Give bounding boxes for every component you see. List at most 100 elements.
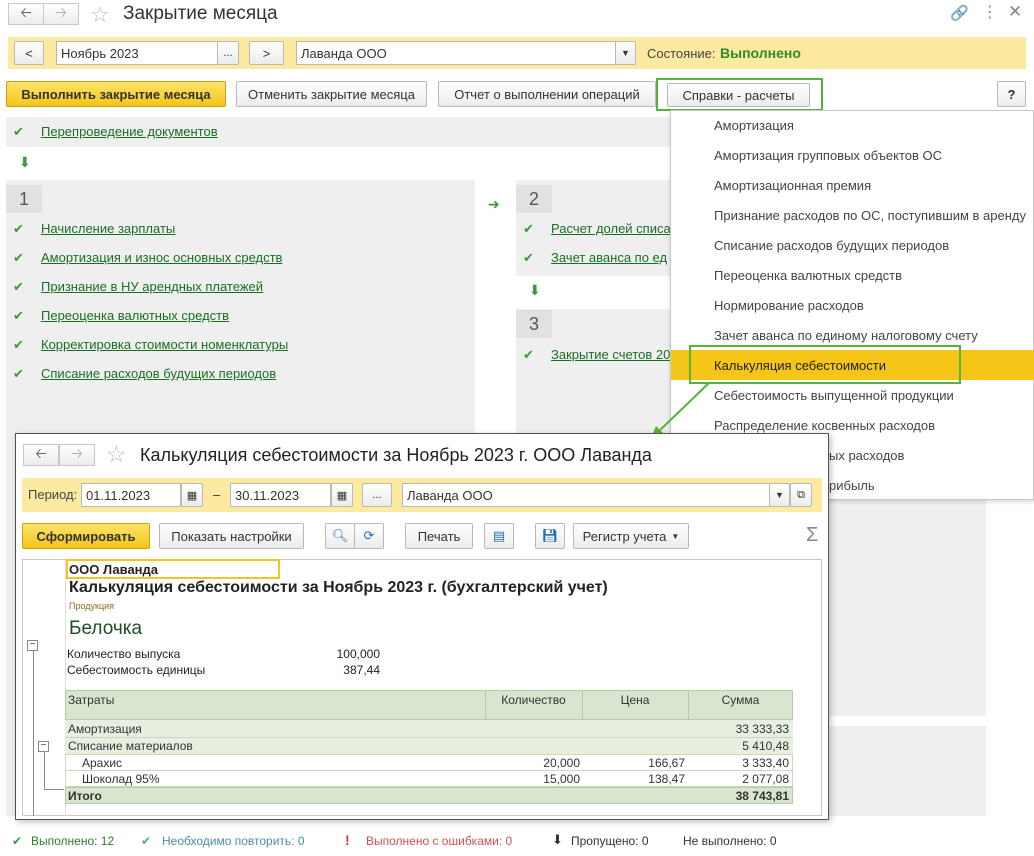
prev-period-button[interactable]: < [14, 41, 44, 65]
period-select-button[interactable]: ... [362, 483, 392, 507]
report-back-button[interactable]: 🡠 [23, 444, 59, 466]
show-settings-button[interactable]: Показать настройки [159, 523, 304, 549]
status-repeat[interactable]: Необходимо повторить: 0 [162, 834, 305, 848]
organization-dropdown-button[interactable]: ▼ [615, 41, 636, 65]
stage1-item[interactable]: Признание в НУ арендных платежей [41, 279, 263, 294]
status-value: Выполнено [720, 45, 801, 61]
menu-item[interactable]: ых расходов [829, 448, 904, 463]
menu-item[interactable]: Амортизация [714, 118, 794, 133]
print-button[interactable]: Печать [405, 523, 473, 549]
menu-item-cost-calculation[interactable]: Калькуляция себестоимости [714, 358, 886, 373]
stage3-number: 3 [516, 310, 552, 338]
calendar-icon[interactable]: ▦ [181, 483, 203, 507]
chevron-down-icon[interactable]: ▼ [769, 483, 790, 507]
org-header: ООО Лаванда [69, 562, 159, 577]
menu-item[interactable]: рибыль [829, 478, 875, 493]
stage3-item[interactable]: Закрытие счетов 20 [551, 347, 670, 362]
page-title: Закрытие месяца [123, 3, 278, 24]
help-button[interactable]: ? [997, 81, 1026, 107]
arrow-down-icon: ⬇ [19, 154, 31, 170]
report-title: Калькуляция себестоимости за Ноябрь 2023… [140, 445, 652, 465]
execute-closing-button[interactable]: Выполнить закрытие месяца [6, 81, 226, 107]
forward-button[interactable]: 🡢 [43, 3, 79, 25]
more-icon[interactable]: ⋮ [982, 2, 998, 22]
save-icon[interactable]: 💾︎ [535, 523, 565, 549]
stage2-item[interactable]: Расчет долей списа [551, 221, 671, 236]
menu-item[interactable]: Признание расходов по ОС, поступившим в … [714, 208, 1026, 223]
stage1-item[interactable]: Начисление зарплаты [41, 221, 175, 236]
row-price: 166,67 [648, 756, 685, 770]
date-from-field[interactable]: 01.11.2023 [81, 483, 181, 507]
arrow-left-icon: 🡠 [20, 4, 32, 20]
row-name: Амортизация [68, 722, 142, 736]
unit-cost-value: 387,44 [343, 663, 380, 677]
arrow-right-icon: 🡢 [71, 445, 83, 461]
calendar-icon[interactable]: ▦ [331, 483, 353, 507]
references-highlight [656, 78, 823, 111]
status-label: Состояние: [647, 46, 716, 61]
column-header: Затраты [68, 693, 115, 707]
stage1-item[interactable]: Корректировка стоимости номенклатуры [41, 337, 288, 352]
open-icon[interactable]: ⧉ [790, 483, 812, 507]
accounting-register-button[interactable]: Регистр учета ▼ [573, 523, 689, 549]
status-not-done[interactable]: Не выполнено: 0 [683, 834, 777, 848]
menu-item[interactable]: Себестоимость выпущенной продукции [714, 388, 954, 403]
stage1-item[interactable]: Амортизация и износ основных средств [41, 250, 282, 265]
register-label: Регистр учета [582, 528, 667, 544]
sigma-icon[interactable]: Σ [806, 524, 818, 547]
cancel-closing-button[interactable]: Отменить закрытие месяца [236, 81, 427, 107]
generate-button[interactable]: Сформировать [22, 523, 150, 549]
chevron-down-icon: ▼ [671, 531, 680, 541]
organization-field[interactable]: Лаванда ООО [296, 41, 616, 65]
stage1-item[interactable]: Переоценка валютных средств [41, 308, 229, 323]
row-qty: 20,000 [543, 756, 580, 770]
arrow-right-icon: 🡢 [55, 4, 67, 20]
menu-item[interactable]: Зачет аванса по единому налоговому счету [714, 328, 978, 343]
collapse-icon[interactable]: − [27, 640, 38, 651]
row-price: 138,47 [648, 772, 685, 786]
menu-item[interactable]: Нормирование расходов [714, 298, 864, 313]
status-errors[interactable]: Выполнено с ошибками: 0 [366, 834, 512, 848]
next-period-button[interactable]: > [249, 41, 284, 65]
stage2-item[interactable]: Зачет аванса по ед [551, 250, 667, 265]
menu-item[interactable]: Амортизационная премия [714, 178, 871, 193]
star-icon[interactable]: ☆ [106, 441, 127, 468]
menu-item[interactable]: Переоценка валютных средств [714, 268, 902, 283]
stage1-number: 1 [6, 185, 42, 213]
back-button[interactable]: 🡠 [8, 3, 44, 25]
group-line [33, 646, 34, 816]
search-icon[interactable]: 🔍︎ [325, 523, 355, 549]
row-sum: 3 333,40 [742, 756, 789, 770]
menu-item[interactable]: Амортизация групповых объектов ОС [714, 148, 942, 163]
check-icon: ✔ [13, 366, 24, 381]
menu-item[interactable]: Списание расходов будущих периодов [714, 238, 949, 253]
unit-cost-label: Себестоимость единицы [67, 663, 206, 677]
link-icon[interactable]: 🔗 [950, 4, 969, 22]
period-field[interactable]: Ноябрь 2023 [56, 41, 218, 65]
collapse-icon[interactable]: − [38, 741, 49, 752]
operations-report-button[interactable]: Отчет о выполнении операций [438, 81, 656, 107]
period-select-button[interactable]: ... [217, 41, 239, 65]
check-icon: ✔ [13, 308, 24, 323]
group-line [44, 750, 45, 790]
row-name: Шоколад 95% [82, 772, 160, 786]
date-to-field[interactable]: 30.11.2023 [230, 483, 331, 507]
row-sum: 33 333,33 [735, 722, 789, 736]
star-icon[interactable]: ☆ [90, 2, 110, 28]
menu-item[interactable]: Распределение косвенных расходов [714, 418, 935, 433]
report-organization-field[interactable]: Лаванда ООО [402, 483, 770, 507]
report-forward-button[interactable]: 🡢 [59, 444, 95, 466]
arrow-down-icon: ⬇ [552, 832, 563, 847]
stage1-item[interactable]: Списание расходов будущих периодов [41, 366, 276, 381]
search-next-icon[interactable]: ⟳ [354, 523, 384, 549]
preview-icon[interactable]: ▤ [484, 523, 514, 549]
status-done[interactable]: Выполнено: 12 [31, 834, 114, 848]
report-heading: Калькуляция себестоимости за Ноябрь 2023… [69, 579, 608, 596]
row-sum: 5 410,48 [742, 739, 789, 753]
close-icon[interactable]: ✕ [1008, 2, 1022, 22]
check-icon: ✔ [13, 279, 24, 294]
error-icon: ! [345, 832, 350, 848]
repost-link[interactable]: Перепроведение документов [41, 124, 218, 139]
status-skipped[interactable]: Пропущено: 0 [571, 834, 649, 848]
table-row [65, 720, 793, 738]
